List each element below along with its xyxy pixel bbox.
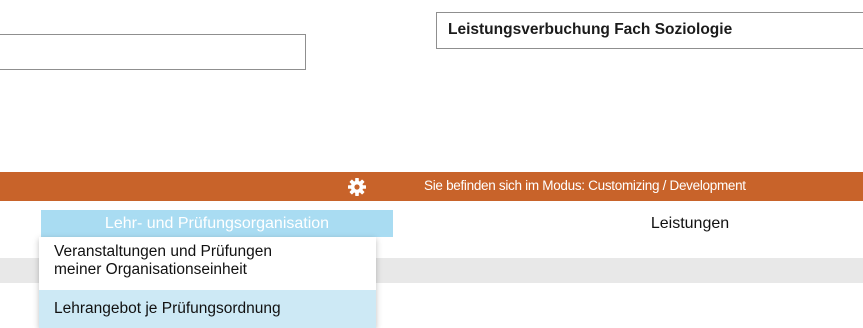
menu-item-veranstaltungen[interactable]: Veranstaltungen und Prüfungen meiner Org… xyxy=(39,237,376,289)
mode-status-text: Sie befinden sich im Modus: Customizing … xyxy=(424,178,746,193)
gear-icon[interactable] xyxy=(347,177,367,197)
menu-item-lehrangebot[interactable]: Lehrangebot je Prüfungsordnung xyxy=(39,290,376,328)
menu-item-label-line2: meiner Organisationseinheit xyxy=(54,261,247,278)
dropdown-menu: Veranstaltungen und Prüfungen meiner Org… xyxy=(39,237,376,328)
tab-label: Lehr- und Prüfungsorganisation xyxy=(104,215,330,232)
page-title: Leistungsverbuchung Fach Soziologie xyxy=(436,12,863,49)
tab-leistungen[interactable]: Leistungen xyxy=(600,210,780,237)
tab-lehr-und-pruefungsorganisation[interactable]: Lehr- und Prüfungsorganisation xyxy=(41,210,393,237)
menu-item-label-line1: Veranstaltungen und Prüfungen xyxy=(54,243,273,260)
search-input[interactable] xyxy=(0,34,306,70)
